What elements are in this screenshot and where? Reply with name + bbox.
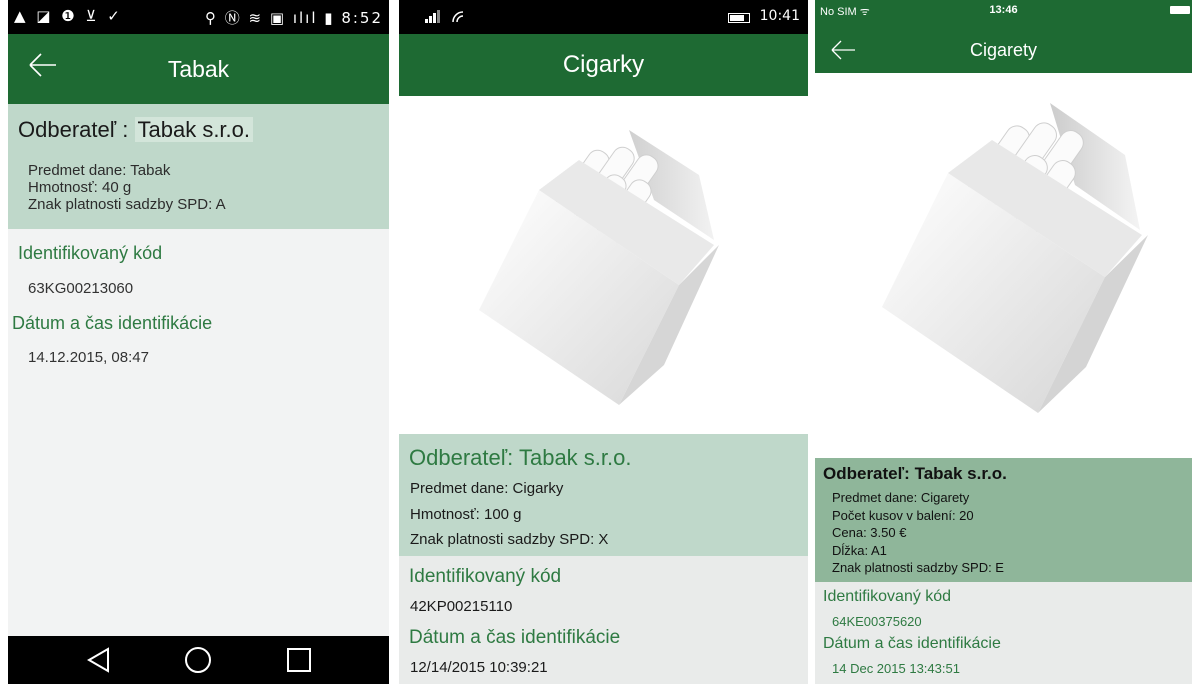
cigarette-pack-image bbox=[882, 103, 1148, 413]
notification-icons: ▲ ◪ ❶ ⊻ ✓ bbox=[14, 7, 123, 25]
system-icons: ⚲ Ⓝ ≋ ▣ ılıl ▮ bbox=[205, 9, 335, 27]
app-bar: Cigarky bbox=[399, 34, 808, 96]
battery-icon bbox=[728, 13, 750, 23]
date-label: Dátum a čas identifikácie bbox=[409, 627, 621, 648]
id-value: 63KG00213060 bbox=[28, 280, 134, 297]
product-info-panel: Odberateľ: Tabak s.r.o. Predmet dane: Ci… bbox=[399, 434, 808, 556]
product-details: Predmet dane: Cigarety Počet kusov v bal… bbox=[832, 489, 1004, 577]
customer: Odberateľ : Tabak s.r.o. bbox=[18, 117, 254, 143]
date-label: Dátum a čas identifikácie bbox=[823, 635, 1001, 652]
battery-icon bbox=[1170, 6, 1190, 14]
customer: Odberateľ: Tabak s.r.o. bbox=[823, 464, 1007, 483]
date-value: 12/14/2015 10:39:21 bbox=[410, 659, 548, 676]
identification-panel: Identifikovaný kód 42KP00215110 Dátum a … bbox=[399, 556, 808, 684]
product-details: Predmet dane: Tabak Hmotnosť: 40 g Znak … bbox=[28, 162, 226, 213]
detail-line: Predmet dane: Cigarky bbox=[410, 480, 564, 497]
status-bar: ▲ ◪ ❶ ⊻ ✓ ⚲ Ⓝ ≋ ▣ ılıl ▮ 8:52 bbox=[8, 0, 389, 34]
page-title: Tabak bbox=[167, 56, 230, 82]
detail-line: Predmet dane: Tabak bbox=[28, 162, 171, 179]
id-label: Identifikovaný kód bbox=[18, 243, 163, 263]
customer-label: Odberateľ : bbox=[18, 117, 129, 142]
cigarette-pack-image bbox=[479, 130, 719, 405]
clock: 10:41 bbox=[759, 8, 800, 24]
status-right: ⚲ Ⓝ ≋ ▣ ılıl ▮ 8:52 bbox=[205, 7, 383, 28]
status-bar: 10:41 bbox=[399, 0, 808, 34]
customer: Odberateľ: Tabak s.r.o. bbox=[409, 445, 632, 470]
nav-home-icon[interactable] bbox=[184, 646, 212, 674]
signal-wifi-icon bbox=[425, 10, 464, 23]
detail-line: Hmotnosť: 100 g bbox=[410, 506, 522, 523]
product-info-panel: Odberateľ : Tabak s.r.o. Predmet dane: T… bbox=[8, 104, 389, 229]
detail-line: Počet kusov v balení: 20 bbox=[832, 507, 974, 523]
customer-value: Tabak s.r.o. bbox=[134, 117, 254, 142]
id-label: Identifikovaný kód bbox=[409, 566, 562, 587]
detail-line: Hmotnosť: 40 g bbox=[28, 179, 132, 196]
clock: 8:52 bbox=[341, 9, 383, 27]
detail-line: Predmet dane: Cigarety bbox=[832, 490, 970, 505]
detail-line: Znak platnosti sadzby SPD: E bbox=[832, 560, 1004, 575]
detail-line: Cena: 3.50 € bbox=[832, 525, 907, 540]
detail-line: Znak platnosti sadzby SPD: A bbox=[28, 196, 226, 213]
id-value: 42KP00215110 bbox=[410, 598, 513, 615]
windows-phone-screen-cigarky: 10:41 Cigarky Odberateľ: Tabak s.r.o. Pr… bbox=[399, 0, 808, 684]
navigation-bar bbox=[8, 636, 389, 684]
identification-panel: Identifikovaný kód 64KE00375620 Dátum a … bbox=[815, 582, 1192, 684]
date-value: 14 Dec 2015 13:43:51 bbox=[832, 661, 960, 676]
ios-screen-cigarety: No SIM ᯤ 13:46 Cigarety Odberateľ: Tabak… bbox=[815, 0, 1192, 684]
page-title: Cigarety bbox=[969, 40, 1038, 60]
app-bar: Tabak bbox=[8, 34, 389, 104]
id-label: Identifikovaný kód bbox=[823, 588, 952, 605]
nav-recents-icon[interactable] bbox=[286, 647, 312, 673]
nav-back-icon[interactable] bbox=[86, 647, 112, 673]
clock: 13:46 bbox=[989, 4, 1018, 16]
page-title: Cigarky bbox=[562, 51, 645, 78]
product-info-panel: Odberateľ: Tabak s.r.o. Predmet dane: Ci… bbox=[815, 458, 1192, 582]
nav-bar: No SIM ᯤ 13:46 Cigarety bbox=[815, 0, 1192, 73]
date-value: 14.12.2015, 08:47 bbox=[28, 349, 149, 366]
date-label: Dátum a čas identifikácie bbox=[12, 313, 213, 333]
detail-line: Dĺžka: A1 bbox=[832, 542, 887, 558]
detail-line: Znak platnosti sadzby SPD: X bbox=[410, 531, 609, 548]
android-screen-tabak: ▲ ◪ ❶ ⊻ ✓ ⚲ Ⓝ ≋ ▣ ılıl ▮ 8:52 Tabak Odbe… bbox=[8, 0, 389, 684]
id-value: 64KE00375620 bbox=[832, 614, 922, 629]
